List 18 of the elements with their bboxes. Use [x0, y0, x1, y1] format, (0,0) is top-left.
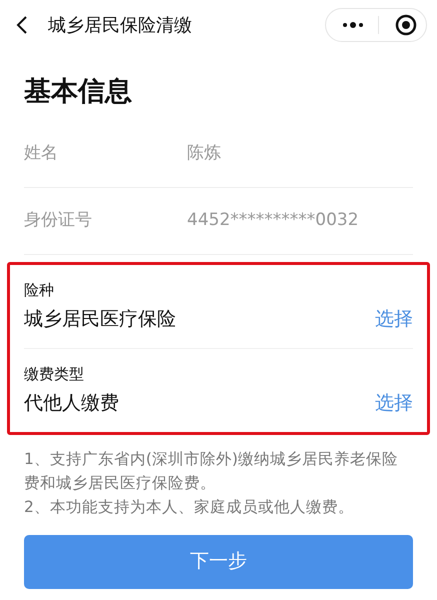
field-label: 险种 [24, 280, 55, 300]
field-label: 姓名 [24, 142, 59, 165]
note-text: 2、本功能支持为本人、家庭成员或他人缴费。 [24, 496, 355, 518]
field-value: 城乡居民医疗保险 [24, 307, 176, 332]
more-icon[interactable] [342, 22, 364, 28]
field-value: 4452**********0032 [187, 208, 359, 232]
page-title: 城乡居民保险清缴 [48, 14, 192, 38]
note-text: 1、支持广东省内(深圳市除外)缴纳城乡居民养老保险费和城乡居民医疗保险费。 [24, 448, 399, 494]
select-link[interactable]: 选择 [375, 305, 413, 334]
field-label: 缴费类型 [24, 364, 85, 384]
field-value: 陈炼 [187, 142, 221, 165]
close-icon[interactable] [395, 14, 417, 36]
field-value: 代他人缴费 [24, 391, 119, 416]
field-label: 身份证号 [24, 208, 93, 232]
next-button[interactable]: 下一步 [24, 534, 413, 588]
select-link[interactable]: 选择 [375, 389, 413, 418]
section-title: 基本信息 [24, 75, 133, 109]
back-icon[interactable] [16, 15, 28, 35]
